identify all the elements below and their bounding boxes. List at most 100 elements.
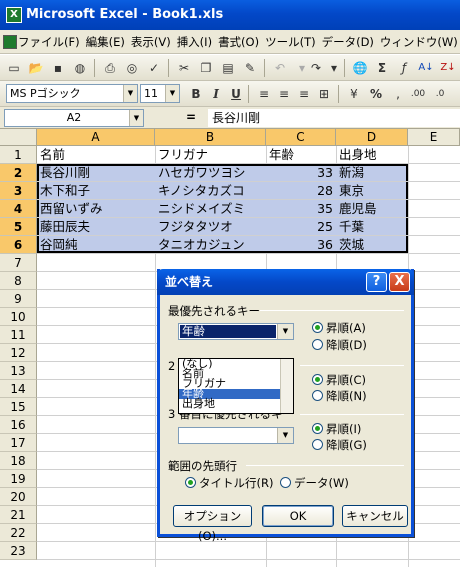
currency-icon[interactable]: ¥ [344, 84, 364, 104]
italic-button[interactable]: I [206, 84, 226, 104]
cell-c2[interactable]: 33 [269, 164, 333, 182]
help-button[interactable]: ? [366, 272, 387, 292]
format-painter-icon[interactable]: ✎ [240, 58, 260, 78]
row-header-3[interactable]: 3 [0, 182, 37, 200]
key1-dropdown[interactable]: 年齢 ▼ [178, 323, 294, 340]
cell-b6[interactable]: タニオカジュン [158, 236, 264, 254]
cell-d6[interactable]: 茨城 [339, 236, 406, 254]
cell-d5[interactable]: 千葉 [339, 218, 406, 236]
chevron-down-icon[interactable]: ▼ [277, 428, 293, 443]
column-header-d[interactable]: D [336, 129, 408, 146]
cell-c5[interactable]: 25 [269, 218, 333, 236]
key3-dropdown[interactable]: ▼ [178, 427, 294, 444]
cell-b5[interactable]: フジタタツオ [158, 218, 264, 236]
merge-center-icon[interactable]: ⊞ [314, 84, 334, 104]
cell-b3[interactable]: キノシタカズコ [158, 182, 264, 200]
options-button[interactable]: オプション(O)... [173, 505, 252, 543]
row-header-14[interactable]: 14 [0, 380, 37, 398]
new-icon[interactable]: ▭ [4, 58, 24, 78]
header-title-row-radio[interactable]: タイトル行(R) [185, 476, 273, 490]
cell-d2[interactable]: 新潟 [339, 164, 406, 182]
chevron-down-icon[interactable]: ▼ [165, 85, 179, 102]
decrease-decimal-icon[interactable]: .0 [430, 84, 450, 104]
row-header-20[interactable]: 20 [0, 488, 37, 506]
increase-decimal-icon[interactable]: .00 [408, 84, 428, 104]
sort-descending-icon[interactable]: Z↓ [438, 58, 458, 78]
bold-button[interactable]: B [186, 84, 206, 104]
sort-ascending-icon[interactable]: A↓ [416, 58, 436, 78]
cell-a5[interactable]: 藤田辰夫 [40, 218, 153, 236]
cell-a6[interactable]: 谷岡純 [40, 236, 153, 254]
name-box[interactable]: A2 ▼ [4, 109, 144, 127]
align-left-icon[interactable]: ≡ [254, 84, 274, 104]
hyperlink-icon[interactable]: 🌐 [350, 58, 370, 78]
cell-a2[interactable]: 長谷川剛 [40, 164, 153, 182]
autosum-icon[interactable]: Σ [372, 58, 392, 78]
list-item[interactable]: 出身地 [179, 398, 293, 409]
row-header-6[interactable]: 6 [0, 236, 37, 254]
column-header-a[interactable]: A [37, 129, 155, 146]
row-header-1[interactable]: 1 [0, 146, 37, 164]
key2-descending-radio[interactable]: 降順(N) [312, 389, 367, 403]
key1-ascending-radio[interactable]: 昇順(A) [312, 321, 366, 335]
cell-a3[interactable]: 木下和子 [40, 182, 153, 200]
key3-ascending-radio[interactable]: 昇順(I) [312, 422, 361, 436]
header-data-radio[interactable]: データ(W) [280, 476, 349, 490]
underline-button[interactable]: U [226, 84, 246, 104]
menu-data[interactable]: データ(D) [319, 30, 377, 53]
cell-c6[interactable]: 36 [269, 236, 333, 254]
font-name-combo[interactable]: MS Pゴシック ▼ [6, 84, 138, 103]
cell-a4[interactable]: 西留いずみ [40, 200, 153, 218]
row-header-18[interactable]: 18 [0, 452, 37, 470]
key3-descending-radio[interactable]: 降順(G) [312, 438, 367, 452]
row-header-5[interactable]: 5 [0, 218, 37, 236]
align-center-icon[interactable]: ≡ [274, 84, 294, 104]
cell-d4[interactable]: 鹿児島 [339, 200, 406, 218]
row-header-17[interactable]: 17 [0, 434, 37, 452]
cancel-button[interactable]: キャンセル [342, 505, 408, 527]
menu-view[interactable]: 表示(V) [128, 30, 174, 53]
row-header-8[interactable]: 8 [0, 272, 37, 290]
cell-d1[interactable]: 出身地 [339, 146, 406, 164]
cut-icon[interactable]: ✂ [174, 58, 194, 78]
close-button[interactable]: X [389, 272, 410, 292]
save-icon[interactable]: ▪ [48, 58, 68, 78]
menu-format[interactable]: 書式(O) [215, 30, 262, 53]
undo-icon[interactable]: ↶ [270, 58, 290, 78]
cell-a1[interactable]: 名前 [40, 146, 153, 164]
key1-options-list[interactable]: (なし) 名前 フリガナ 年齢 出身地 [178, 358, 294, 414]
function-icon[interactable]: ƒ [394, 58, 414, 78]
row-header-22[interactable]: 22 [0, 524, 37, 542]
row-header-2[interactable]: 2 [0, 164, 37, 182]
font-size-combo[interactable]: 11 ▼ [140, 84, 180, 103]
chevron-down-icon[interactable]: ▼ [277, 324, 293, 339]
menu-window[interactable]: ウィンドウ(W) [377, 30, 460, 53]
cell-d3[interactable]: 東京 [339, 182, 406, 200]
menu-tools[interactable]: ツール(T) [262, 30, 319, 53]
comma-style-icon[interactable]: , [388, 84, 408, 104]
row-header-4[interactable]: 4 [0, 200, 37, 218]
row-header-12[interactable]: 12 [0, 344, 37, 362]
row-header-21[interactable]: 21 [0, 506, 37, 524]
menu-edit[interactable]: 編集(E) [83, 30, 128, 53]
cell-b4[interactable]: ニシドメイズミ [158, 200, 264, 218]
print-icon[interactable]: ⎙ [100, 58, 120, 78]
ok-button[interactable]: OK [262, 505, 334, 527]
redo-arrow-icon[interactable]: ▾ [324, 58, 344, 78]
cell-c3[interactable]: 28 [269, 182, 333, 200]
row-header-19[interactable]: 19 [0, 470, 37, 488]
column-header-b[interactable]: B [155, 129, 266, 146]
cell-c1[interactable]: 年齢 [269, 146, 334, 164]
row-header-7[interactable]: 7 [0, 254, 37, 272]
menu-insert[interactable]: 挿入(I) [174, 30, 215, 53]
cell-b2[interactable]: ハセガワツヨシ [158, 164, 264, 182]
spelling-icon[interactable]: ✓ [144, 58, 164, 78]
row-header-10[interactable]: 10 [0, 308, 37, 326]
row-header-13[interactable]: 13 [0, 362, 37, 380]
list-scrollbar[interactable] [280, 359, 293, 413]
select-all-corner[interactable] [0, 129, 37, 146]
redo-icon[interactable]: ↷ [306, 58, 326, 78]
row-header-11[interactable]: 11 [0, 326, 37, 344]
column-header-e[interactable]: E [408, 129, 460, 146]
cell-b1[interactable]: フリガナ [158, 146, 264, 164]
